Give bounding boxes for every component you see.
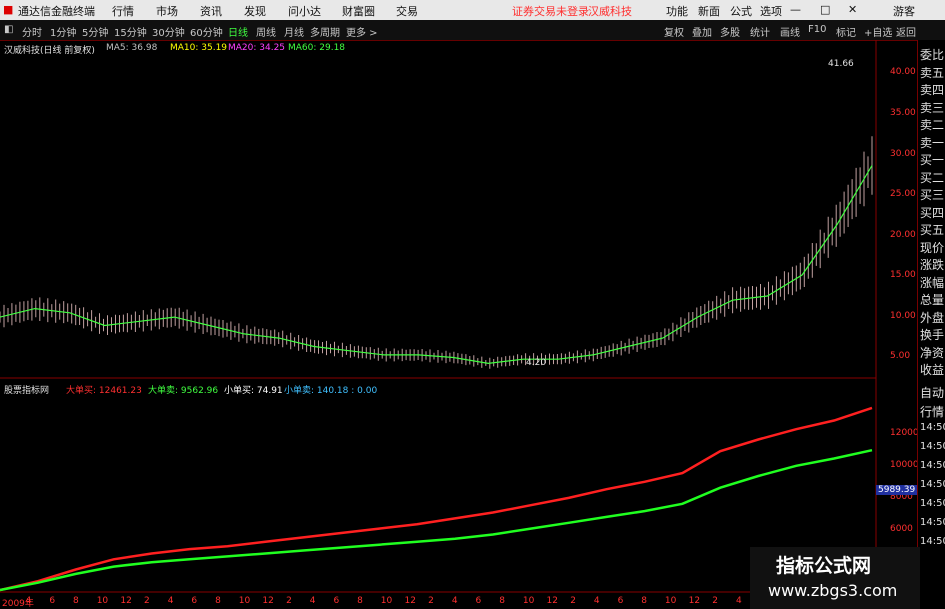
quote-item[interactable]: 涨跌 xyxy=(920,256,944,273)
x-tick: 2 xyxy=(428,596,434,606)
high-price-label: 41.66 xyxy=(828,59,854,69)
x-tick: 4 xyxy=(309,596,316,606)
x-tick: 10 xyxy=(238,596,251,606)
kline-chart[interactable] xyxy=(0,0,945,609)
y-tick: 15.00 xyxy=(890,270,916,280)
x-tick: 10 xyxy=(96,596,109,606)
x-tick: 4 xyxy=(593,596,600,606)
x-tick: 6 xyxy=(333,596,340,606)
x-tick: 10 xyxy=(664,596,677,606)
x-tick: 2 xyxy=(286,596,292,606)
tick-time: 14:50 xyxy=(920,422,945,433)
big-sell-label: 大单卖: 9562.96 xyxy=(148,386,219,396)
x-tick: 12 xyxy=(404,596,416,606)
x-tick: 4 xyxy=(451,596,458,606)
x-tick: 2 xyxy=(712,596,718,606)
quote-item[interactable]: 收益 xyxy=(920,361,944,378)
x-tick: 12 xyxy=(546,596,558,606)
quote-item[interactable]: 涨幅 xyxy=(920,274,944,291)
quote-item[interactable]: 卖二 xyxy=(920,116,944,133)
x-tick: 6 xyxy=(617,596,624,606)
x-tick: 4 xyxy=(167,596,174,606)
x-tick: 12 xyxy=(262,596,274,606)
auto-quote-toggle[interactable]: 行情 xyxy=(920,403,944,420)
low-price-label: 4.20 xyxy=(526,358,547,368)
tick-time: 14:50 xyxy=(920,479,945,490)
watermark-title: 指标公式网 xyxy=(776,555,872,577)
tick-time: 14:50 xyxy=(920,536,945,547)
quote-item[interactable]: 买四 xyxy=(920,204,944,221)
quote-item[interactable]: 买一 xyxy=(920,151,944,168)
y-tick: 20.00 xyxy=(890,230,916,240)
big-buy-line xyxy=(0,406,873,592)
x-axis: 2009年 4 6 8 10 12 2 4 6 8 10 12 2 4 6 8 10 12 2 4 6 8 10 12 2 4 6 8… xyxy=(0,596,876,609)
quote-item[interactable]: 总量 xyxy=(920,291,944,308)
quote-item[interactable]: 卖三 xyxy=(920,99,944,116)
x-tick: 8 xyxy=(215,596,221,606)
y-tick: 5.00 xyxy=(890,351,911,361)
x-tick: 2 xyxy=(144,596,150,606)
x-tick: 2 xyxy=(570,596,576,606)
x-tick: 10 xyxy=(522,596,535,606)
x-tick: 12 xyxy=(120,596,132,606)
quote-item[interactable]: 卖五 xyxy=(920,64,944,81)
current-value-badge: 5989.39 xyxy=(876,485,918,495)
small-sell-label: 小单卖: 140.18 : 0.00 xyxy=(284,386,378,396)
x-tick: 8 xyxy=(641,596,647,606)
x-tick: 10 xyxy=(380,596,393,606)
tick-time: 14:50 xyxy=(920,498,945,509)
quote-item[interactable]: 委比 xyxy=(920,46,944,63)
quote-item[interactable]: 卖四 xyxy=(920,81,944,98)
quote-item[interactable]: 净资 xyxy=(920,344,944,361)
y-tick: 6000 xyxy=(890,524,913,534)
quote-item[interactable]: 卖一 xyxy=(920,134,944,151)
quote-item[interactable]: 换手 xyxy=(920,326,944,343)
quote-item[interactable]: 现价 xyxy=(920,239,944,256)
quote-side-panel: 委比 卖五 卖四 卖三 卖二 卖一 买一 买二 买三 买四 买五 现价 涨跌 涨幅 总量 外盘 换手 净资 收益自动… xyxy=(917,40,945,609)
x-tick: 8 xyxy=(499,596,505,606)
x-tick: 8 xyxy=(73,596,79,606)
y-tick: 10000 xyxy=(890,460,919,470)
y-tick: 25.00 xyxy=(890,189,916,199)
y-tick: 35.00 xyxy=(890,108,916,118)
quote-item[interactable]: 外盘 xyxy=(920,309,944,326)
x-tick: 12 xyxy=(688,596,701,606)
indicator-title: 股票指标网 xyxy=(4,386,50,396)
watermark-url: www.zbgs3.com xyxy=(768,581,898,600)
watermark-box: 指标公式网 www.zbgs3.com xyxy=(750,547,920,609)
auto-quote-toggle[interactable]: 自动 xyxy=(920,384,944,401)
big-buy-label: 大单买: 12461.23 xyxy=(66,386,142,396)
y-tick: 30.00 xyxy=(890,149,916,159)
x-tick: 4 xyxy=(735,596,742,606)
y-tick: 10.00 xyxy=(890,311,916,321)
quote-item[interactable]: 买二 xyxy=(920,169,944,186)
x-tick: 6 xyxy=(475,596,482,606)
quote-item[interactable]: 买三 xyxy=(920,186,944,203)
x-tick: 6 xyxy=(191,596,198,606)
tick-time: 14:50 xyxy=(920,441,945,452)
small-buy-label: 小单买: 74.91 xyxy=(224,386,283,396)
ma60-line xyxy=(0,165,873,365)
y-tick: 40.00 xyxy=(890,67,916,77)
quote-item[interactable]: 买五 xyxy=(920,221,944,238)
y-tick: 12000 xyxy=(890,428,919,438)
tick-time: 14:50 xyxy=(920,460,945,471)
candlestick-series xyxy=(0,136,873,369)
x-tick: 6 xyxy=(49,596,56,606)
x-tick: 8 xyxy=(357,596,363,606)
x-tick: 4 xyxy=(25,596,32,606)
tick-time: 14:50 xyxy=(920,517,945,528)
